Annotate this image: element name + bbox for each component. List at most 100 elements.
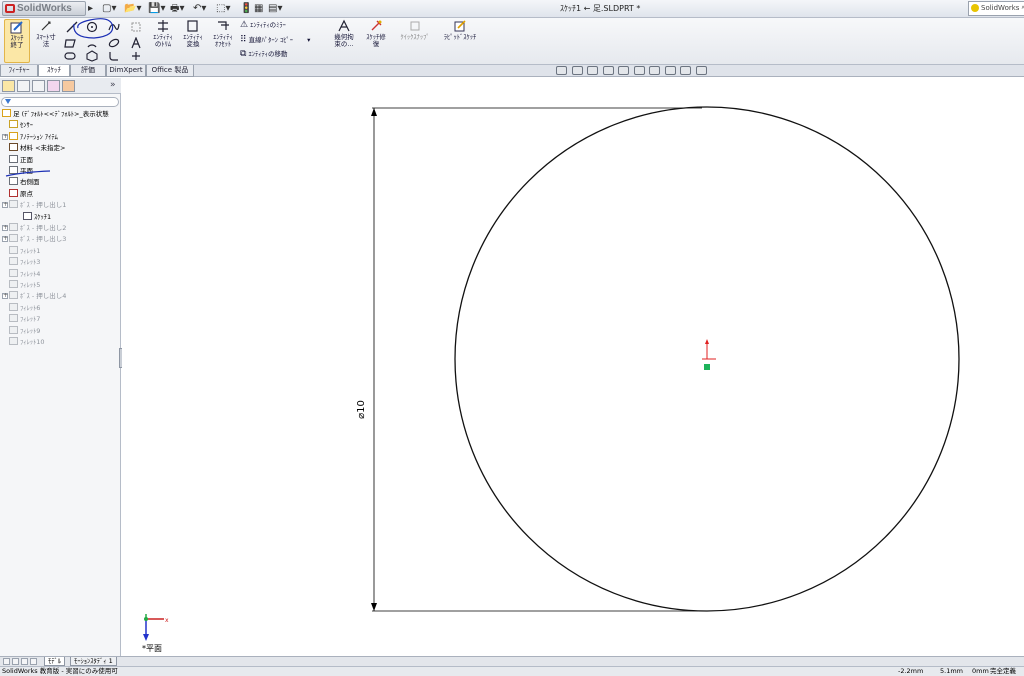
fillet-tool-icon[interactable] <box>108 50 120 62</box>
previous-view-icon[interactable] <box>587 66 599 75</box>
move-entities-button[interactable]: ⧉ ｴﾝﾃｨﾃｨの移動 <box>240 49 288 59</box>
tree-item-label: ﾌｨﾚｯﾄ9 <box>20 326 41 335</box>
zoom-area-icon[interactable] <box>571 66 583 75</box>
select-icon[interactable]: ⬚▾ <box>216 2 230 15</box>
new-file-icon[interactable]: ▢▾ <box>102 2 116 15</box>
tree-item[interactable]: 正面 <box>9 154 33 166</box>
tab-motion-study-1[interactable]: ﾓｰｼｮﾝｽﾀﾃﾞｨ 1 <box>70 657 117 666</box>
dimension-arrow-bottom <box>371 603 377 611</box>
tree-expand-toggle[interactable]: + <box>2 202 8 209</box>
convert-entities-button[interactable]: ｴﾝﾃｨﾃｨ 変換 <box>178 19 208 63</box>
tab-office-products[interactable]: Office 製品 <box>146 65 194 77</box>
tree-expand-toggle[interactable]: + <box>2 133 8 140</box>
tree-item[interactable]: ﾎﾞｽ - 押し出し2 <box>9 223 66 234</box>
polygon-tool-icon[interactable] <box>86 50 98 62</box>
offset-entities-button[interactable]: ｴﾝﾃｨﾃｨ ｵﾌｾｯﾄ <box>208 19 238 63</box>
view-settings-icon[interactable] <box>695 66 707 75</box>
property-manager-tab-icon[interactable] <box>17 80 30 92</box>
mirror-entities-button[interactable]: ⚠ ｴﾝﾃｨﾃｨのﾐﾗｰ <box>240 20 286 30</box>
tree-expand-toggle[interactable]: + <box>2 225 8 231</box>
tree-item-label: ﾌｨﾚｯﾄ1 <box>20 246 41 255</box>
edit-appearance-icon[interactable] <box>664 66 676 75</box>
solidworks-menu-button[interactable]: SolidWorks <box>2 1 86 16</box>
file-properties-icon[interactable]: ▦ <box>254 2 263 15</box>
zoom-to-fit-icon[interactable] <box>556 66 567 75</box>
graphics-area[interactable]: x ⌀10 *平面 <box>122 66 1024 656</box>
document-title: ｽｹｯﾁ1 ← 足.SLDPRT * <box>560 4 641 13</box>
tree-item-icon <box>9 280 18 288</box>
tree-expand-toggle[interactable]: + <box>2 293 8 300</box>
tree-item[interactable]: 材料 <未指定> <box>9 143 65 154</box>
tree-item[interactable]: ﾌｨﾚｯﾄ1 <box>9 245 41 257</box>
bottom-tab-bar: ﾓﾃﾞﾙ ﾓｰｼｮﾝｽﾀﾃﾞｨ 1 <box>0 656 1024 666</box>
tab-dimxpert[interactable]: DimXpert <box>106 65 146 77</box>
tree-item[interactable]: ｱﾉﾃｰｼｮﾝ ｱｲﾃﾑ <box>9 131 58 143</box>
tree-expand-toggle[interactable]: + <box>2 236 8 243</box>
repair-sketch-button[interactable]: ｽｹｯﾁ修 復 <box>362 19 390 63</box>
tree-item[interactable]: ﾎﾞｽ - 押し出し4 <box>9 291 66 302</box>
configuration-manager-tab-icon[interactable] <box>32 80 45 92</box>
rebuild-icon[interactable]: 🚦 <box>240 2 252 15</box>
undo-icon[interactable]: ↶▾ <box>193 2 206 15</box>
tree-item[interactable]: ﾌｨﾚｯﾄ3 <box>9 257 40 268</box>
circle-center-point[interactable] <box>704 364 710 370</box>
feature-tree-tab-icon[interactable] <box>2 80 15 92</box>
quick-snaps-button[interactable]: ｸｲｯｸｽﾅｯﾌﾟ <box>394 19 436 63</box>
construction-geometry-icon[interactable] <box>130 21 142 33</box>
tab-sketch[interactable]: ｽｹｯﾁ <box>38 65 70 77</box>
expand-menu-icon[interactable]: ▸ <box>88 2 93 15</box>
tab-features[interactable]: ﾌｨｰﾁｬｰ <box>0 65 38 77</box>
save-icon[interactable]: 💾▾ <box>148 2 165 15</box>
last-tab-nav-icon[interactable] <box>30 658 37 665</box>
linear-pattern-button[interactable]: ⠿ 直線ﾊﾟﾀｰﾝ ｺﾋﾟｰ ▾ <box>240 35 310 45</box>
feature-tree-filter[interactable] <box>1 97 119 107</box>
tab-model[interactable]: ﾓﾃﾞﾙ <box>44 657 65 666</box>
display-relations-button[interactable]: 幾何拘 束の... <box>330 19 358 63</box>
tree-item[interactable]: ﾌｨﾚｯﾄ9 <box>9 325 41 337</box>
first-tab-nav-icon[interactable] <box>3 658 10 665</box>
tree-item[interactable]: ﾌｨﾚｯﾄ7 <box>9 314 40 325</box>
print-icon[interactable]: 🖶▾ <box>170 2 184 15</box>
tree-item[interactable]: ﾌｨﾚｯﾄ10 <box>9 337 45 348</box>
tree-item[interactable]: ｾﾝｻｰ <box>9 120 33 131</box>
tree-item[interactable]: ｽｹｯﾁ1 <box>23 211 51 223</box>
command-manager: ｽｹｯﾁ 終了 ｽﾏｰﾄ寸 法 ｴﾝﾃｨﾃｨ のﾄﾘﾑ ｴﾝﾃｨﾃｨ 変換 ｴﾝ… <box>0 18 1024 65</box>
apply-scene-icon[interactable] <box>680 66 692 75</box>
ds-logo-icon <box>5 4 15 13</box>
handwritten-circle-annotation <box>73 18 114 39</box>
display-manager-tab-icon[interactable] <box>62 80 75 92</box>
tree-item[interactable]: 原点 <box>9 188 33 200</box>
tab-evaluate[interactable]: 評価 <box>70 65 106 77</box>
help-search-field[interactable]: SolidWorks ﾍﾙﾌﾟ <box>968 1 1024 16</box>
open-file-icon[interactable]: 📂▾ <box>124 2 141 15</box>
expand-panel-icon[interactable]: » <box>110 80 116 90</box>
diameter-dimension-label[interactable]: ⌀10 <box>356 400 367 419</box>
text-tool-icon[interactable] <box>130 37 142 49</box>
view-orientation-icon[interactable] <box>618 66 630 75</box>
tree-item[interactable]: ﾌｨﾚｯﾄ6 <box>9 302 41 314</box>
dimxpert-manager-tab-icon[interactable] <box>47 80 60 92</box>
exit-sketch-button[interactable]: ｽｹｯﾁ 終了 <box>4 19 30 63</box>
point-tool-icon[interactable] <box>130 50 142 62</box>
section-view-icon[interactable] <box>602 66 614 75</box>
smart-dimension-button[interactable]: ｽﾏｰﾄ寸 法 <box>32 19 60 63</box>
tree-item[interactable]: ﾎﾞｽ - 押し出し3 <box>9 234 66 245</box>
display-style-icon[interactable] <box>633 66 645 75</box>
next-tab-nav-icon[interactable] <box>21 658 28 665</box>
tree-item[interactable]: ﾌｨﾚｯﾄ4 <box>9 268 40 280</box>
tree-item[interactable]: ﾎﾞｽ - 押し出し1 <box>9 200 66 211</box>
tree-item[interactable]: 足 (ﾃﾞﾌｫﾙﾄ<<ﾃﾞﾌｫﾙﾄ>_表示状態 <box>2 109 109 120</box>
tree-item-icon <box>9 131 18 140</box>
tree-item[interactable]: ﾌｨﾚｯﾄ5 <box>9 280 40 291</box>
slot-tool-icon[interactable] <box>64 50 76 62</box>
triad-x-letter: x <box>165 617 169 624</box>
hide-show-items-icon[interactable] <box>649 66 661 75</box>
tree-item-label: ﾌｨﾚｯﾄ6 <box>20 303 41 312</box>
tree-item-icon <box>9 302 18 311</box>
linear-pattern-icon: ⠿ <box>240 35 247 45</box>
linear-pattern-dropdown-icon[interactable]: ▾ <box>307 36 310 44</box>
prev-tab-nav-icon[interactable] <box>12 658 19 665</box>
options-icon[interactable]: ▤▾ <box>268 2 282 15</box>
rapid-sketch-button[interactable]: ﾗﾋﾟｯﾄﾞｽｹｯﾁ <box>440 19 480 63</box>
trim-entities-button[interactable]: ｴﾝﾃｨﾃｨ のﾄﾘﾑ <box>148 19 178 63</box>
